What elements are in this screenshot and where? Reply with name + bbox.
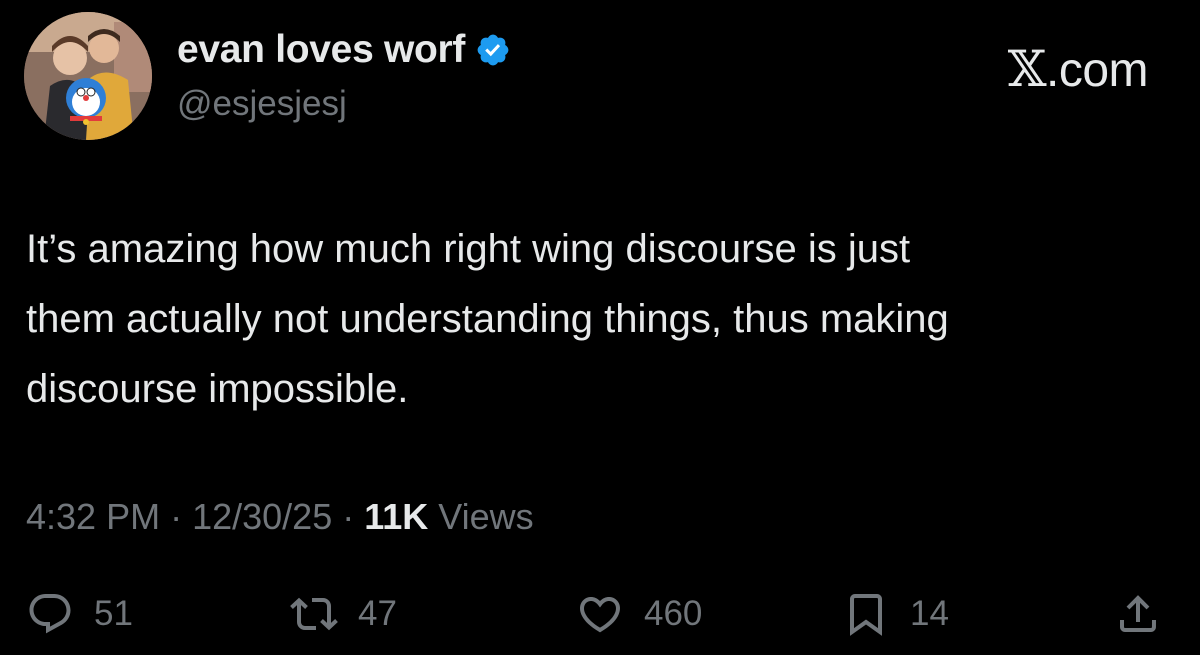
brand-suffix: .com — [1045, 44, 1149, 97]
reply-button[interactable]: 51 — [26, 586, 133, 642]
reply-icon — [26, 590, 74, 638]
like-button[interactable]: 460 — [576, 586, 702, 642]
share-icon — [1114, 590, 1162, 638]
repost-count: 47 — [358, 594, 397, 633]
meta-separator: · — [160, 496, 193, 537]
brand-logo: 𝕏.com — [1007, 40, 1149, 98]
like-count: 460 — [644, 594, 703, 633]
author-display-name[interactable]: evan loves worf — [177, 28, 465, 72]
tweet-time[interactable]: 4:32 PM — [26, 496, 160, 537]
avatar-photo — [24, 12, 152, 140]
views-label: Views — [428, 496, 534, 537]
repost-icon — [290, 590, 338, 638]
bookmark-count: 14 — [910, 594, 949, 633]
author-name-row: evan loves worf — [177, 26, 511, 74]
bookmark-button[interactable]: 14 — [842, 586, 949, 642]
reply-count: 51 — [94, 594, 133, 633]
share-button[interactable] — [1114, 586, 1162, 642]
meta-separator: · — [332, 496, 365, 537]
tweet-date[interactable]: 12/30/25 — [192, 496, 332, 537]
author-handle[interactable]: @esjesjesj — [177, 84, 347, 124]
repost-button[interactable]: 47 — [290, 586, 397, 642]
x-logo-icon: 𝕏 — [1007, 40, 1047, 98]
bookmark-icon — [842, 590, 890, 638]
tweet-actions-bar: 51 47 460 14 — [26, 586, 1170, 642]
views-count[interactable]: 11K — [364, 496, 428, 537]
tweet-text: It’s amazing how much right wing discour… — [26, 227, 949, 411]
avatar[interactable] — [24, 12, 152, 140]
verified-badge-icon[interactable] — [475, 32, 511, 68]
tweet-meta: 4:32 PM · 12/30/25 · 11K Views — [26, 496, 534, 538]
heart-icon — [576, 590, 624, 638]
